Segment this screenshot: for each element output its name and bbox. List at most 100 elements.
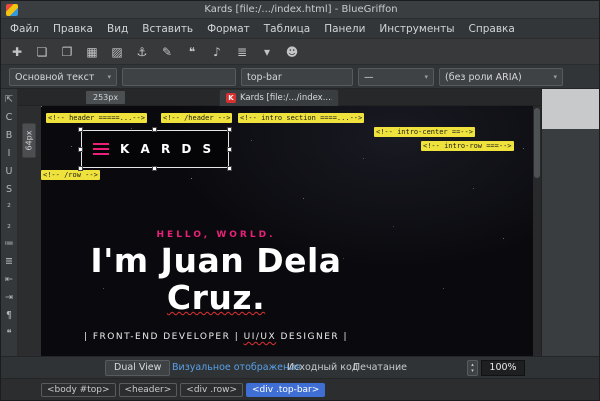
chevron-down-icon: ▾ <box>549 73 557 81</box>
html-comment-marker[interactable]: <!-- intro-center ==--> <box>374 127 475 137</box>
html-comment-marker[interactable]: <!-- /row --> <box>41 170 100 180</box>
image-icon[interactable]: ▨ <box>109 45 125 59</box>
class-field[interactable]: top-bar <box>241 68 353 86</box>
quote-icon[interactable]: ❝ <box>184 45 200 59</box>
html-comment-marker[interactable]: <!-- intro section ====...--> <box>238 113 364 123</box>
breadcrumb-header[interactable]: <header> <box>119 383 178 397</box>
paragraph-format-value: Основной текст <box>15 72 94 83</box>
spinner-down-icon[interactable]: ▾ <box>471 368 474 374</box>
menu-insert[interactable]: Вставить <box>135 19 200 39</box>
add-icon[interactable]: ✚ <box>9 45 25 59</box>
menu-format[interactable]: Формат <box>200 19 257 39</box>
menu-edit[interactable]: Правка <box>46 19 100 39</box>
print-mode-tab[interactable]: Печатание <box>353 362 407 373</box>
brand-logo-text: K A R D S <box>120 142 215 156</box>
outdent-icon[interactable]: ⇤ <box>1 271 18 289</box>
subscript-icon[interactable]: ₂ <box>1 217 18 235</box>
view-mode-bar: Dual View Визуальное отображения Исходны… <box>1 356 600 378</box>
selection-handle[interactable] <box>78 166 83 171</box>
hello-world-text[interactable]: HELLO, WORLD. <box>41 230 391 240</box>
intro-subtitle[interactable]: | FRONT-END DEVELOPER | UI/UX DESIGNER | <box>41 332 391 342</box>
selection-handle[interactable] <box>227 147 232 152</box>
link-icon[interactable]: ✎ <box>159 45 175 59</box>
aria-role-select[interactable]: (без роли ARIA) ▾ <box>439 68 563 86</box>
new-document-icon[interactable]: ❏ <box>34 45 50 59</box>
heading-line2: Cruz. <box>167 278 265 317</box>
breadcrumb-body[interactable]: <body #top> <box>41 383 116 397</box>
subtitle-left: | FRONT-END DEVELOPER | <box>84 332 244 342</box>
subtitle-right: DESIGNER | <box>276 332 348 342</box>
document-tab[interactable]: K Kards [file:/.../index.... <box>219 89 339 106</box>
source-mode-tab[interactable]: Исходный код <box>287 362 358 373</box>
menu-help[interactable]: Справка <box>462 19 522 39</box>
unordered-list-icon[interactable]: ≔ <box>1 235 18 253</box>
superscript-icon[interactable]: ² <box>1 199 18 217</box>
html-comment-marker[interactable]: <!-- intro-row ===--> <box>421 141 514 151</box>
menu-bar: Файл Правка Вид Вставить Формат Таблица … <box>1 19 600 39</box>
main-toolbar: ✚ ❏ ❐ ▦ ▨ ⚓ ✎ ❝ ♪ ≣ ▾ ☻ <box>1 39 600 65</box>
language-select[interactable]: — ▾ <box>358 68 434 86</box>
selection-handle[interactable] <box>78 127 83 132</box>
scrollbar-thumb[interactable] <box>534 108 540 178</box>
html-comment-marker[interactable]: <!-- header =====...--> <box>46 113 147 123</box>
menu-view[interactable]: Вид <box>100 19 135 39</box>
strikethrough-icon[interactable]: S <box>1 181 18 199</box>
site-logo-block[interactable]: K A R D S <box>81 130 229 168</box>
id-field[interactable] <box>122 68 236 86</box>
format-toolbar-vertical: ⇱ C B I U S ² ₂ ≔ ≣ ⇤ ⇥ ¶ ❝ <box>1 89 18 356</box>
more-dropdown-icon[interactable]: ▾ <box>259 45 275 59</box>
breadcrumb-div-row[interactable]: <div .row> <box>180 383 243 397</box>
bold-icon[interactable]: B <box>1 127 18 145</box>
duplicate-document-icon[interactable]: ❐ <box>59 45 75 59</box>
chevron-down-icon: ▾ <box>420 73 428 81</box>
copy-format-icon[interactable]: C <box>1 109 18 127</box>
list-icon[interactable]: ≣ <box>234 45 250 59</box>
format-bar: Основной текст ▾ top-bar — ▾ (без роли A… <box>1 65 600 89</box>
starfield-background <box>41 106 42 107</box>
visual-mode-tab[interactable]: Визуальное отображения <box>172 362 301 373</box>
selection-handle[interactable] <box>152 166 157 171</box>
underline-icon[interactable]: U <box>1 163 18 181</box>
selection-handle[interactable] <box>152 127 157 132</box>
table-icon[interactable]: ▦ <box>84 45 100 59</box>
app-icon <box>6 4 18 16</box>
editor-scrollbar[interactable] <box>533 106 541 356</box>
side-panel-top <box>541 89 600 129</box>
html-comment-marker[interactable]: <!-- /header --> <box>161 113 232 123</box>
blockquote-icon[interactable]: ❝ <box>1 325 18 343</box>
tab-label: Kards [file:/.../index.... <box>240 93 332 103</box>
anchor-icon[interactable]: ⚓ <box>134 45 150 59</box>
window-title: Kards [file:/.../index.html] - BlueGriff… <box>204 4 397 15</box>
menu-tools[interactable]: Инструменты <box>372 19 461 39</box>
breadcrumb-div-top-bar[interactable]: <div .top-bar> <box>246 383 325 397</box>
menu-file[interactable]: Файл <box>3 19 46 39</box>
paragraph-format-select[interactable]: Основной текст ▾ <box>9 68 117 86</box>
italic-icon[interactable]: I <box>1 145 18 163</box>
hamburger-menu-icon[interactable] <box>93 143 109 155</box>
dual-view-button[interactable]: Dual View <box>105 360 170 376</box>
audio-icon[interactable]: ♪ <box>209 45 225 59</box>
editor-canvas[interactable]: <!-- header =====...--> <!-- /header -->… <box>41 106 533 356</box>
paragraph-icon[interactable]: ¶ <box>1 307 18 325</box>
bluegriffon-window: Kards [file:/.../index.html] - BlueGriff… <box>0 0 600 401</box>
ruler-width-label: 253px <box>86 91 125 104</box>
status-bar: <body #top> <header> <div .row> <div .to… <box>1 378 600 401</box>
zoom-level-field[interactable]: 100% <box>481 360 525 376</box>
selection-handle[interactable] <box>78 147 83 152</box>
heading-line1: I'm Juan Dela <box>90 241 341 280</box>
menu-panels[interactable]: Панели <box>317 19 372 39</box>
chevron-down-icon: ▾ <box>103 73 111 81</box>
emoji-icon[interactable]: ☻ <box>284 45 300 59</box>
class-field-value: top-bar <box>247 72 282 83</box>
selection-handle[interactable] <box>227 166 232 171</box>
selected-element-topbar[interactable]: K A R D S <box>81 130 229 168</box>
intro-heading[interactable]: I'm Juan Dela Cruz. <box>41 242 391 316</box>
ruler-height-label: 64px <box>23 124 36 158</box>
title-bar: Kards [file:/.../index.html] - BlueGriff… <box>1 1 600 19</box>
selection-tool-icon[interactable]: ⇱ <box>1 91 18 109</box>
selection-handle[interactable] <box>227 127 232 132</box>
ordered-list-icon[interactable]: ≣ <box>1 253 18 271</box>
indent-icon[interactable]: ⇥ <box>1 289 18 307</box>
menu-table[interactable]: Таблица <box>257 19 317 39</box>
zoom-stepper[interactable]: ▴ ▾ <box>467 360 478 376</box>
